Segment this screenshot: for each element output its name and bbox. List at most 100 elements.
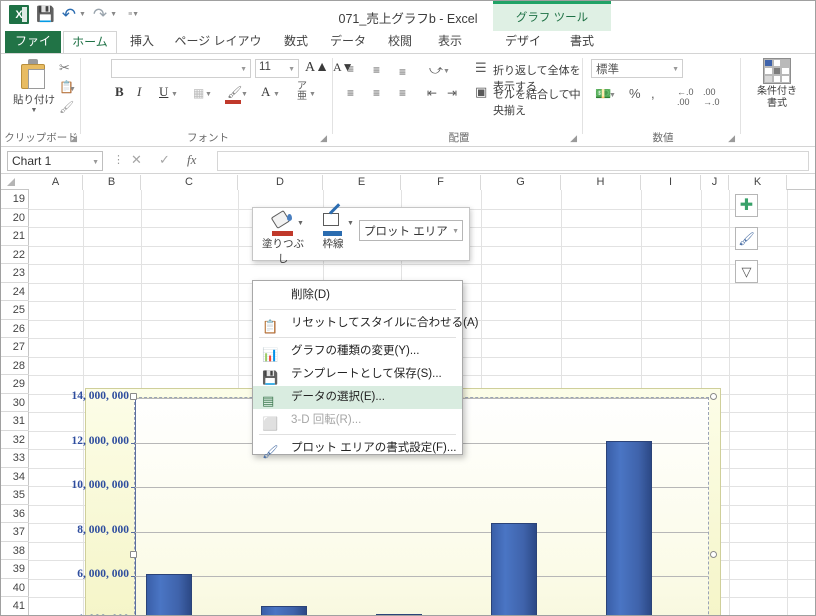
tab-home[interactable]: ホーム: [63, 31, 117, 54]
bar-sales-3[interactable]: [490, 523, 537, 615]
bar-sales-0[interactable]: [145, 574, 192, 615]
column-header-d[interactable]: D: [238, 175, 323, 190]
comma-style-button[interactable]: ,: [651, 86, 655, 101]
row-header-28[interactable]: 28: [1, 357, 29, 375]
align-center-icon[interactable]: ≡: [373, 86, 380, 100]
column-header-i[interactable]: I: [641, 175, 701, 190]
column-header-a[interactable]: A: [29, 175, 83, 190]
font-size-chevron-down-icon[interactable]: ▼: [288, 66, 295, 73]
row-header-26[interactable]: 26: [1, 320, 29, 338]
formula-input[interactable]: [217, 151, 809, 171]
fill-chevron-down-icon[interactable]: ▼: [297, 220, 304, 227]
row-header-30[interactable]: 30: [1, 394, 29, 412]
tab-data[interactable]: データ: [323, 31, 373, 53]
row-header-38[interactable]: 38: [1, 542, 29, 560]
tab-insert[interactable]: 挿入: [121, 31, 163, 53]
tab-formulas[interactable]: 数式: [273, 31, 319, 53]
context-menu-item-2[interactable]: 📊 グラフの種類の変更(Y)...: [253, 340, 462, 363]
row-header-24[interactable]: 24: [1, 283, 29, 301]
fill-color-chevron-down-icon[interactable]: ▼: [241, 91, 248, 98]
font-dialog-launcher[interactable]: ◢: [320, 133, 327, 144]
cancel-icon[interactable]: ✕: [131, 152, 142, 168]
align-top-icon[interactable]: ≡: [347, 62, 354, 76]
row-header-31[interactable]: 31: [1, 412, 29, 431]
selection-handle[interactable]: [130, 551, 137, 558]
context-menu-item-3[interactable]: 💾 テンプレートとして保存(S)...: [253, 363, 462, 386]
align-bottom-icon[interactable]: ≡: [399, 65, 406, 79]
column-header-c[interactable]: C: [141, 175, 238, 190]
grow-font-icon[interactable]: A▲: [305, 60, 329, 76]
underline-button[interactable]: U: [159, 84, 168, 100]
formula-bar-expander[interactable]: ⋮: [113, 153, 124, 166]
borders-icon[interactable]: ▦: [193, 86, 204, 100]
clipboard-dialog-launcher[interactable]: ◢: [70, 133, 77, 144]
paste-chevron-down-icon[interactable]: ▼: [11, 107, 57, 114]
selection-combobox[interactable]: プロット エリア ▼: [359, 220, 463, 241]
context-menu-item-0[interactable]: 削除(D): [253, 284, 462, 307]
row-header-36[interactable]: 36: [1, 505, 29, 523]
row-header-33[interactable]: 33: [1, 449, 29, 468]
select-all-icon[interactable]: [7, 178, 15, 186]
context-menu-item-6[interactable]: 🖌 プロット エリアの書式設定(F)...: [253, 437, 462, 460]
row-header-29[interactable]: 29: [1, 375, 29, 394]
row-header-35[interactable]: 35: [1, 486, 29, 505]
tab-chart-design[interactable]: デザイン: [495, 31, 551, 69]
number-dialog-launcher[interactable]: ◢: [728, 133, 735, 144]
selection-handle[interactable]: [710, 393, 717, 400]
align-right-icon[interactable]: ≡: [399, 86, 406, 100]
enter-icon[interactable]: ✓: [159, 152, 170, 168]
paste-button[interactable]: 貼り付け ▼: [11, 58, 57, 122]
phonetic-chevron-down-icon[interactable]: ▼: [309, 91, 316, 98]
row-header-27[interactable]: 27: [1, 338, 29, 357]
font-size-input[interactable]: 11 ▼: [255, 59, 299, 78]
context-menu[interactable]: 削除(D) 📋 リセットしてスタイルに合わせる(A) 📊 グラフの種類の変更(Y)...…: [252, 280, 478, 459]
tab-file[interactable]: ファイル: [5, 31, 61, 69]
row-header-39[interactable]: 39: [1, 560, 29, 579]
row-header-19[interactable]: 19: [1, 190, 29, 209]
bar-sales-1[interactable]: [260, 605, 307, 615]
column-header-f[interactable]: F: [401, 175, 481, 190]
row-header-32[interactable]: 32: [1, 431, 29, 449]
font-name-input[interactable]: ▼: [111, 59, 251, 78]
row-header-37[interactable]: 37: [1, 523, 29, 542]
increase-indent-icon[interactable]: ⇥: [447, 86, 457, 100]
selection-handle[interactable]: [710, 551, 717, 558]
row-header-41[interactable]: 41: [1, 597, 29, 615]
percent-style-button[interactable]: %: [629, 86, 641, 101]
tab-review[interactable]: 校閲: [377, 31, 423, 53]
column-header-b[interactable]: B: [83, 175, 141, 190]
scissors-icon[interactable]: ✂: [59, 60, 70, 76]
name-box[interactable]: Chart 1 ▼: [7, 151, 103, 171]
mini-toolbar[interactable]: 塗りつぶし ▼ 枠線 ▼ プロット エリア ▼: [252, 203, 470, 265]
insert-function-icon[interactable]: fx: [187, 152, 196, 168]
phonetic-guide-icon[interactable]: ア亜: [297, 82, 307, 102]
column-header-h[interactable]: H: [561, 175, 641, 190]
chart-filters-button[interactable]: ▽: [735, 260, 758, 283]
column-header-g[interactable]: G: [481, 175, 561, 190]
bar-sales-2[interactable]: [375, 614, 422, 615]
align-middle-icon[interactable]: ≡: [373, 63, 380, 77]
text-orientation-icon[interactable]: ⤻: [429, 62, 443, 78]
accounting-chevron-down-icon[interactable]: ▼: [609, 92, 616, 99]
align-left-icon[interactable]: ≡: [347, 86, 354, 100]
copy-chevron-down-icon[interactable]: ▼: [69, 86, 76, 93]
italic-button[interactable]: I: [137, 84, 141, 100]
row-header-21[interactable]: 21: [1, 227, 29, 246]
row-header-23[interactable]: 23: [1, 264, 29, 283]
name-box-chevron-down-icon[interactable]: ▼: [92, 159, 99, 166]
row-header-34[interactable]: 34: [1, 468, 29, 486]
increase-decimal-button[interactable]: .00 →.0: [703, 87, 720, 107]
chart-styles-button[interactable]: 🖌: [735, 227, 758, 250]
underline-chevron-down-icon[interactable]: ▼: [171, 91, 178, 98]
column-header-k[interactable]: K: [729, 175, 787, 190]
decrease-decimal-button[interactable]: ←.0.00: [677, 87, 694, 107]
selection-handle[interactable]: [130, 393, 137, 400]
font-name-chevron-down-icon[interactable]: ▼: [240, 66, 247, 73]
value-axis[interactable]: [135, 398, 136, 615]
tab-chart-format[interactable]: 書式: [557, 31, 607, 53]
row-header-20[interactable]: 20: [1, 209, 29, 227]
context-menu-item-1[interactable]: 📋 リセットしてスタイルに合わせる(A): [253, 312, 478, 335]
bar-sales-4[interactable]: [605, 440, 652, 615]
number-format-select[interactable]: 標準 ▼: [591, 59, 683, 78]
border-chevron-down-icon[interactable]: ▼: [347, 220, 354, 227]
